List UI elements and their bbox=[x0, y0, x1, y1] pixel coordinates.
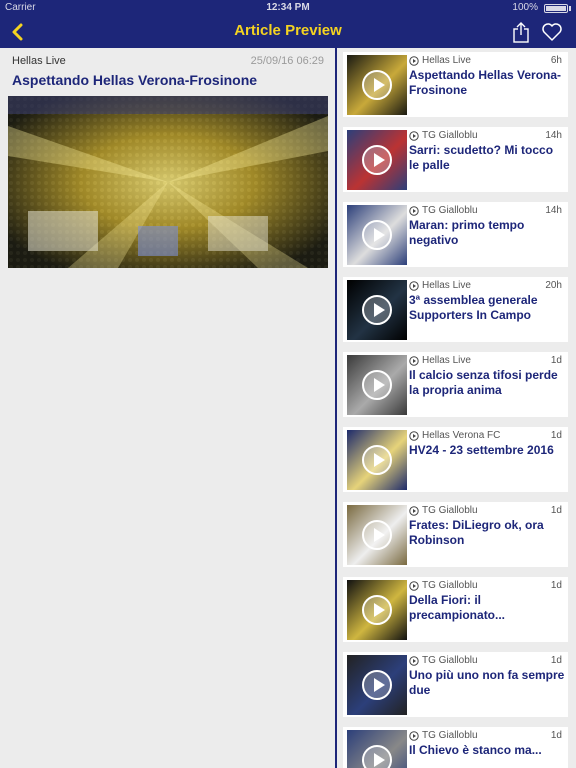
video-thumbnail[interactable] bbox=[347, 205, 407, 265]
feed-title: Il calcio senza tifosi perde la propria … bbox=[409, 368, 558, 397]
video-thumbnail[interactable] bbox=[347, 430, 407, 490]
video-thumbnail[interactable] bbox=[347, 355, 407, 415]
feed-source-label: TG Gialloblu bbox=[422, 655, 478, 666]
play-icon bbox=[362, 445, 392, 475]
feed-source-label: TG Gialloblu bbox=[422, 505, 478, 516]
feed-source: TG Gialloblu bbox=[409, 655, 478, 666]
feed-source: TG Gialloblu bbox=[409, 580, 478, 591]
article-image[interactable] bbox=[8, 96, 328, 268]
play-icon bbox=[362, 220, 392, 250]
battery-icon bbox=[544, 4, 568, 13]
feed-source: Hellas Live bbox=[409, 355, 471, 366]
battery-percent: 100% bbox=[512, 2, 538, 13]
play-icon bbox=[362, 595, 392, 625]
feed-time: 1d bbox=[550, 730, 562, 741]
video-thumbnail[interactable] bbox=[347, 130, 407, 190]
article-title: Aspettando Hellas Verona-Frosinone bbox=[12, 72, 258, 88]
status-bar: Carrier 12:34 PM 100% bbox=[0, 0, 576, 16]
video-source-icon bbox=[409, 505, 419, 516]
play-icon bbox=[362, 370, 392, 400]
video-thumbnail[interactable] bbox=[347, 505, 407, 565]
feed-time: 14h bbox=[545, 205, 562, 216]
play-icon bbox=[362, 520, 392, 550]
video-feed-list[interactable]: Hellas Live 6h Aspettando Hellas Verona-Fr… bbox=[337, 48, 576, 768]
feed-title: Uno più uno non fa sempre due bbox=[409, 668, 565, 697]
feed-title: HV24 - 23 settembre 2016 bbox=[409, 443, 554, 457]
feed-source-label: TG Gialloblu bbox=[422, 130, 478, 141]
feed-time: 1d bbox=[550, 655, 562, 666]
share-button[interactable] bbox=[510, 21, 532, 43]
video-source-icon bbox=[409, 730, 419, 741]
video-source-icon bbox=[409, 580, 419, 591]
feed-time: 1d bbox=[550, 355, 562, 366]
feed-source-label: TG Gialloblu bbox=[422, 205, 478, 216]
page-title: Article Preview bbox=[234, 22, 342, 39]
feed-card[interactable]: TG Gialloblu 1d Il Chievo è stanco ma... bbox=[343, 727, 568, 768]
article-source: Hellas Live bbox=[12, 55, 66, 67]
feed-title: Maran: primo tempo negativo bbox=[409, 218, 525, 247]
feed-title: 3ª assemblea generale Supporters In Camp… bbox=[409, 293, 538, 322]
feed-card[interactable]: TG Gialloblu 14h Sarri: scudetto? Mi tocco… bbox=[343, 127, 568, 192]
video-thumbnail[interactable] bbox=[347, 655, 407, 715]
feed-source: TG Gialloblu bbox=[409, 130, 478, 141]
feed-source-label: Hellas Verona FC bbox=[422, 430, 501, 441]
video-source-icon bbox=[409, 655, 419, 666]
favorite-heart-button[interactable] bbox=[541, 22, 563, 42]
feed-title: Il Chievo è stanco ma... bbox=[409, 743, 542, 757]
feed-source-label: TG Gialloblu bbox=[422, 580, 478, 591]
feed-time: 1d bbox=[550, 580, 562, 591]
status-time: 12:34 PM bbox=[266, 2, 310, 13]
feed-card[interactable]: Hellas Live 6h Aspettando Hellas Verona-Fr… bbox=[343, 52, 568, 117]
feed-source-label: Hellas Live bbox=[422, 280, 471, 291]
video-source-icon bbox=[409, 280, 419, 291]
feed-card[interactable]: Hellas Verona FC 1d HV24 - 23 settembre 20… bbox=[343, 427, 568, 492]
feed-source: TG Gialloblu bbox=[409, 505, 478, 516]
feed-title: Frates: DiLiegro ok, ora Robinson bbox=[409, 518, 544, 547]
feed-time: 14h bbox=[545, 130, 562, 141]
feed-source-label: TG Gialloblu bbox=[422, 730, 478, 741]
video-source-icon bbox=[409, 205, 419, 216]
video-thumbnail[interactable] bbox=[347, 730, 407, 768]
feed-source: TG Gialloblu bbox=[409, 730, 478, 741]
play-icon bbox=[362, 745, 392, 768]
video-thumbnail[interactable] bbox=[347, 280, 407, 340]
video-thumbnail[interactable] bbox=[347, 55, 407, 115]
play-icon bbox=[362, 295, 392, 325]
video-source-icon bbox=[409, 355, 419, 366]
video-source-icon bbox=[409, 55, 419, 66]
play-icon bbox=[362, 70, 392, 100]
feed-card[interactable]: TG Gialloblu 1d Della Fiori: il precampion… bbox=[343, 577, 568, 642]
feed-card[interactable]: Hellas Live 1d Il calcio senza tifosi perd… bbox=[343, 352, 568, 417]
article-preview-pane: Hellas Live 25/09/16 06:29 Aspettando He… bbox=[0, 48, 335, 768]
feed-source-label: Hellas Live bbox=[422, 55, 471, 66]
feed-source: Hellas Verona FC bbox=[409, 430, 500, 441]
video-source-icon bbox=[409, 430, 419, 441]
feed-time: 6h bbox=[550, 55, 562, 66]
feed-title: Della Fiori: il precampionato... bbox=[409, 593, 506, 622]
play-icon bbox=[362, 670, 392, 700]
feed-source: Hellas Live bbox=[409, 280, 471, 291]
feed-card[interactable]: Hellas Live 20h 3ª assemblea generale Supp… bbox=[343, 277, 568, 342]
feed-card[interactable]: TG Gialloblu 1d Uno più uno non fa sempre … bbox=[343, 652, 568, 717]
feed-card[interactable]: TG Gialloblu 1d Frates: DiLiegro ok, ora R… bbox=[343, 502, 568, 567]
feed-title: Aspettando Hellas Verona-Frosinone bbox=[409, 68, 562, 97]
feed-title: Sarri: scudetto? Mi tocco le palle bbox=[409, 143, 554, 172]
feed-time: 1d bbox=[550, 430, 562, 441]
video-source-icon bbox=[409, 130, 419, 141]
feed-source-label: Hellas Live bbox=[422, 355, 471, 366]
feed-card[interactable]: TG Gialloblu 14h Maran: primo tempo negati… bbox=[343, 202, 568, 267]
navigation-bar: Article Preview bbox=[0, 16, 576, 48]
feed-source: TG Gialloblu bbox=[409, 205, 478, 216]
feed-time: 20h bbox=[545, 280, 562, 291]
battery-tip-icon bbox=[569, 6, 571, 11]
video-thumbnail[interactable] bbox=[347, 580, 407, 640]
article-date: 25/09/16 06:29 bbox=[250, 55, 324, 67]
feed-time: 1d bbox=[550, 505, 562, 516]
play-icon bbox=[362, 145, 392, 175]
feed-source: Hellas Live bbox=[409, 55, 471, 66]
